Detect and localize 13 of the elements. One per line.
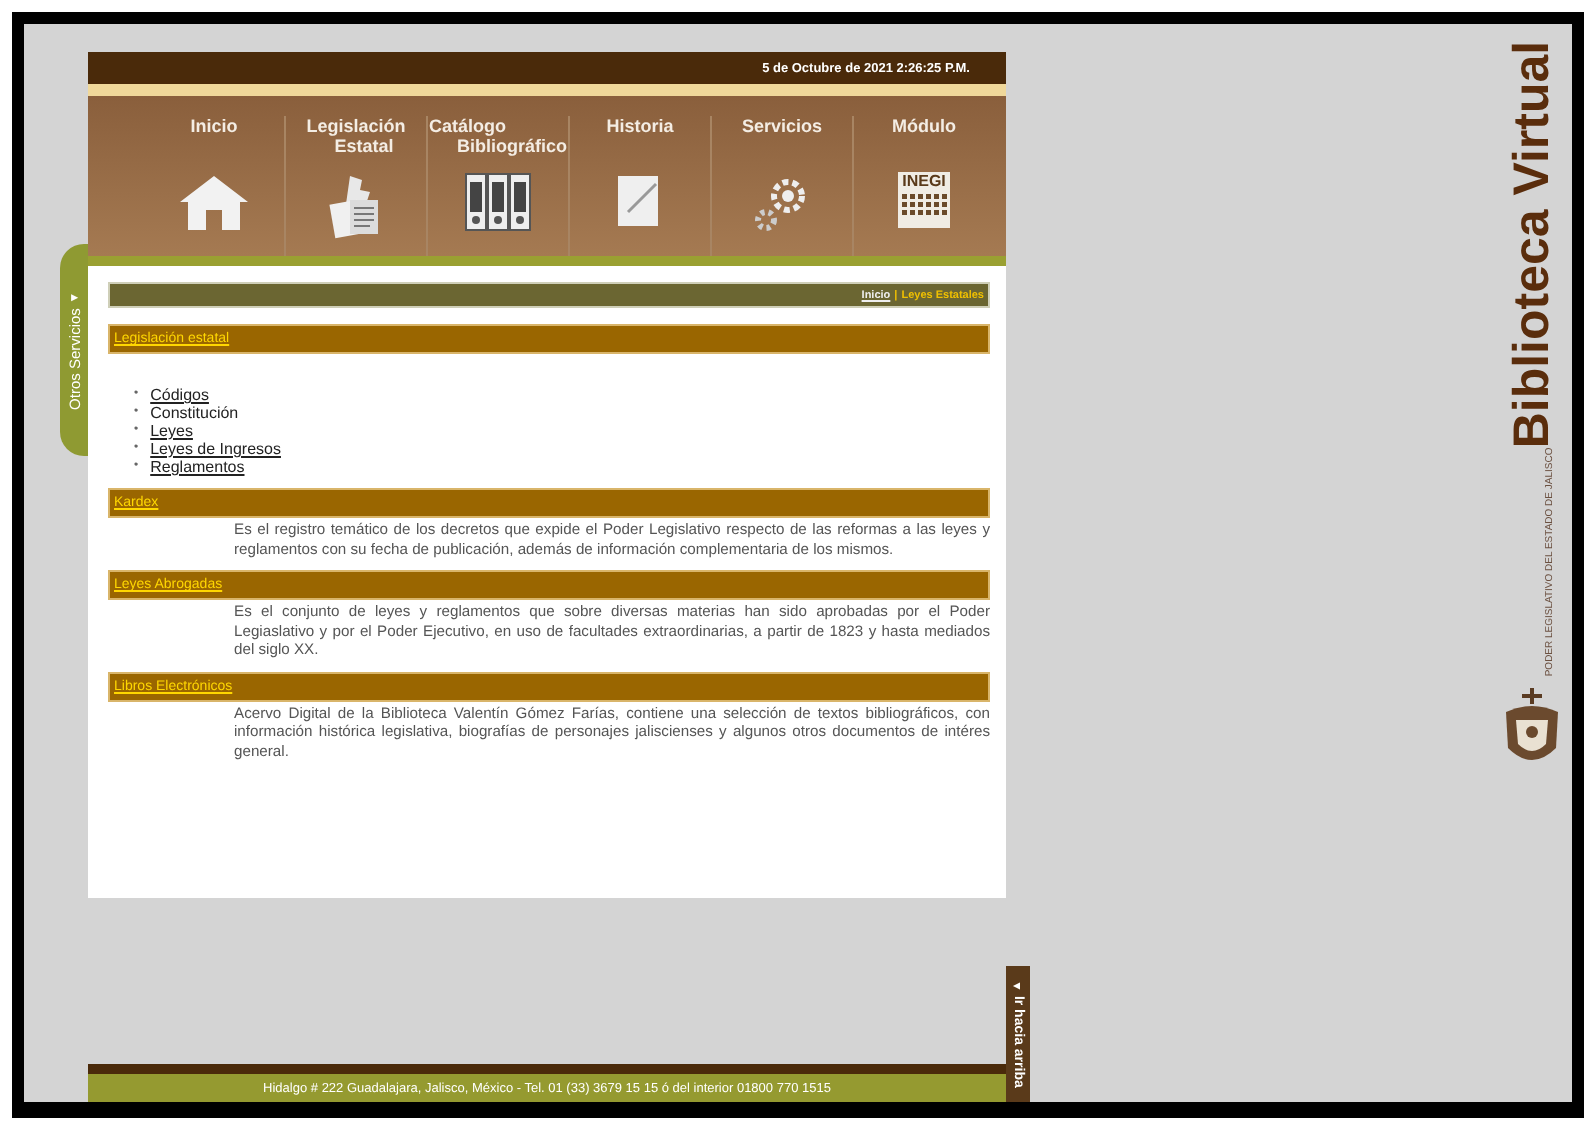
inegi-logo: INEGI: [898, 172, 950, 228]
list-item[interactable]: Códigos: [150, 386, 209, 404]
list-item: Constitución: [150, 404, 239, 422]
nav-item[interactable]: Inicio: [144, 116, 284, 256]
list-item[interactable]: Reglamentos: [150, 458, 245, 476]
logo-title: Biblioteca Virtual: [1506, 40, 1558, 448]
binders-icon: [464, 172, 532, 232]
notepad-icon: [616, 172, 664, 228]
list-item[interactable]: Leyes de Ingresos: [150, 440, 281, 458]
nav-item[interactable]: Módulo INEGI: [852, 116, 994, 256]
list-item[interactable]: Leyes: [150, 422, 193, 440]
nav-item[interactable]: Catálogo Bibliográfico: [426, 116, 568, 256]
house-icon: [176, 172, 252, 232]
